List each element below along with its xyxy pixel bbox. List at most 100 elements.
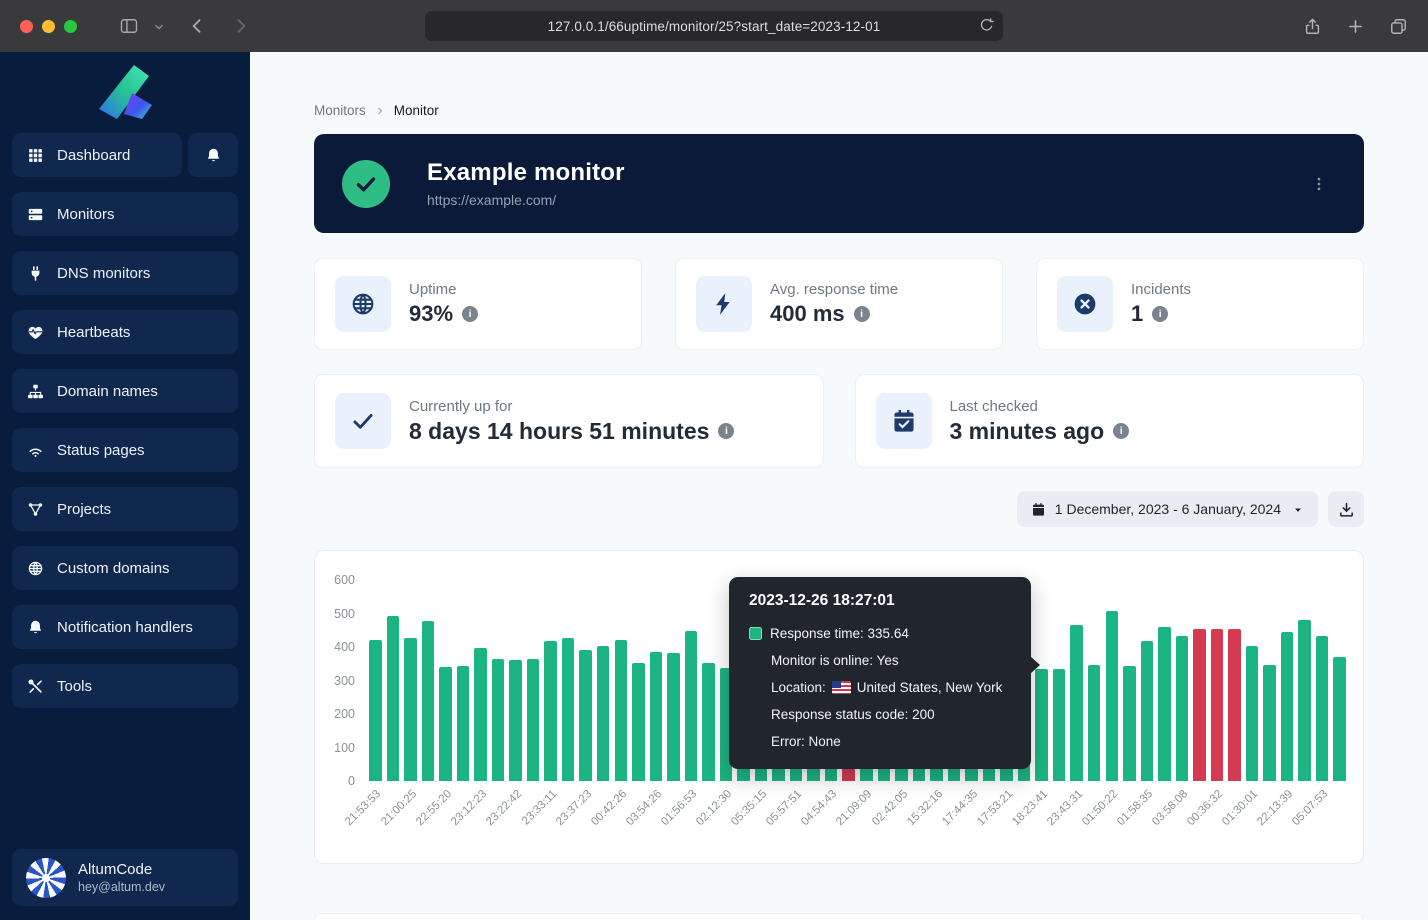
breadcrumb-monitors-link[interactable]: Monitors <box>314 103 366 118</box>
zoom-window-button[interactable] <box>64 20 77 33</box>
chart-bar[interactable] <box>615 640 628 781</box>
chart-bar[interactable] <box>457 666 470 781</box>
chart-bar[interactable] <box>474 648 487 781</box>
chart-bar[interactable] <box>1070 625 1083 781</box>
chart-bar[interactable] <box>579 650 592 781</box>
chart-bar[interactable] <box>1193 629 1206 781</box>
tooltip-online: Monitor is online: Yes <box>749 647 1011 674</box>
info-icon[interactable]: i <box>1152 306 1168 322</box>
sidebar-item-dashboard[interactable]: Dashboard <box>12 133 182 177</box>
y-tick-label: 100 <box>315 741 355 755</box>
chart-bar[interactable] <box>369 640 382 781</box>
stats-row: Uptime93%iAvg. response time400 msiIncid… <box>314 258 1364 350</box>
x-tick-label: 02:42:05 <box>870 788 910 828</box>
info-icon[interactable]: i <box>1113 423 1129 439</box>
chart-bar[interactable] <box>667 653 680 781</box>
chart-bar[interactable] <box>1088 665 1101 781</box>
forward-button[interactable] <box>231 16 251 36</box>
x-tick-label: 01:56:53 <box>659 788 699 828</box>
chart-bar[interactable] <box>1035 669 1048 781</box>
info-icon[interactable]: i <box>462 306 478 322</box>
us-flag-icon <box>832 681 851 694</box>
new-tab-icon[interactable] <box>1346 17 1365 36</box>
chart-bar[interactable] <box>422 621 435 781</box>
sidebar-item-projects[interactable]: Projects <box>12 487 238 531</box>
x-tick-label: 04:54:43 <box>800 788 840 828</box>
chart-bar[interactable] <box>439 667 452 781</box>
chart-bar[interactable] <box>685 631 698 781</box>
info-icon[interactable]: i <box>718 423 734 439</box>
chart-bar[interactable] <box>527 659 540 781</box>
breadcrumb: Monitors Monitor <box>314 103 1364 118</box>
chevron-down-icon[interactable] <box>153 20 165 32</box>
card-value: 1 <box>1131 301 1143 327</box>
details-row: Currently up for8 days 14 hours 51 minut… <box>314 374 1364 468</box>
date-row: 1 December, 2023 - 6 January, 2024 <box>314 491 1364 527</box>
chart-bar[interactable] <box>1211 629 1224 781</box>
chart-bar[interactable] <box>1123 666 1136 781</box>
chart-bar[interactable] <box>1053 669 1066 781</box>
chart-bar[interactable] <box>1176 636 1189 781</box>
chart-bar[interactable] <box>544 641 557 781</box>
sidebar-item-label: Monitors <box>57 206 115 223</box>
icon-tile <box>696 276 752 332</box>
close-window-button[interactable] <box>20 20 33 33</box>
x-tick-label: 18:23:41 <box>1010 788 1050 828</box>
chart-bar[interactable] <box>1316 636 1329 781</box>
info-icon[interactable]: i <box>854 306 870 322</box>
chart-bar[interactable] <box>1106 611 1119 782</box>
back-button[interactable] <box>187 16 207 36</box>
y-tick-label: 500 <box>315 607 355 621</box>
chart-bar[interactable] <box>1333 657 1346 781</box>
chart-bar[interactable] <box>1281 632 1294 781</box>
x-tick-label: 03:58:08 <box>1150 788 1190 828</box>
sidebar-item-heartbeats[interactable]: Heartbeats <box>12 310 238 354</box>
chart-bar[interactable] <box>702 663 715 781</box>
card-incidents: Incidents1i <box>1036 258 1364 350</box>
chart-bar[interactable] <box>597 646 610 781</box>
sidebar-item-monitors[interactable]: Monitors <box>12 192 238 236</box>
sidebar-item-notification-handlers[interactable]: Notification handlers <box>12 605 238 649</box>
tab-overview-icon[interactable] <box>1389 17 1408 36</box>
y-tick-label: 600 <box>315 573 355 587</box>
chart-bar[interactable] <box>387 616 400 781</box>
sidebar-item-status-pages[interactable]: Status pages <box>12 428 238 472</box>
address-bar[interactable]: 127.0.0.1/66uptime/monitor/25?start_date… <box>425 11 1003 41</box>
y-tick-label: 200 <box>315 707 355 721</box>
chart-bar[interactable] <box>1158 627 1171 781</box>
chevron-right-icon <box>375 106 385 116</box>
card-value: 3 minutes ago <box>950 418 1105 445</box>
sidebar-item-dns-monitors[interactable]: DNS monitors <box>12 251 238 295</box>
chart-bar[interactable] <box>404 638 417 781</box>
chart-bar[interactable] <box>632 663 645 781</box>
chart-bar[interactable] <box>1141 641 1154 781</box>
sidebar-item-tools[interactable]: Tools <box>12 664 238 708</box>
tools-icon <box>27 678 44 695</box>
chart-bar[interactable] <box>1263 665 1276 781</box>
user-card[interactable]: AltumCode hey@altum.dev <box>12 849 238 906</box>
share-icon[interactable] <box>1303 17 1322 36</box>
card-label: Currently up for <box>409 398 734 415</box>
reload-icon[interactable] <box>978 17 995 34</box>
chart-bar[interactable] <box>1298 620 1311 781</box>
date-range-button[interactable]: 1 December, 2023 - 6 January, 2024 <box>1017 491 1318 527</box>
sidebar-toggle-icon[interactable] <box>119 16 139 36</box>
status-up-badge <box>342 160 390 208</box>
sidebar-nav: Dashboard Monitors DNS monitors Heartbeats D… <box>0 133 250 708</box>
chart-bar[interactable] <box>650 652 663 781</box>
x-tick-label: 15:32:16 <box>905 788 945 828</box>
chart-bar[interactable] <box>1228 629 1241 781</box>
chart-bar[interactable] <box>492 659 505 781</box>
minimize-window-button[interactable] <box>42 20 55 33</box>
monitor-menu-button[interactable] <box>1310 175 1328 193</box>
chart-bar[interactable] <box>1246 646 1259 781</box>
sidebar-item-custom-domains[interactable]: Custom domains <box>12 546 238 590</box>
chart-bar[interactable] <box>562 638 575 781</box>
notifications-button[interactable] <box>188 133 238 177</box>
export-button[interactable] <box>1328 491 1364 527</box>
sitemap-icon <box>27 383 44 400</box>
x-circle-icon <box>1072 291 1098 317</box>
sidebar-item-domain-names[interactable]: Domain names <box>12 369 238 413</box>
chart-bar[interactable] <box>509 660 522 781</box>
bell-icon <box>27 619 44 636</box>
